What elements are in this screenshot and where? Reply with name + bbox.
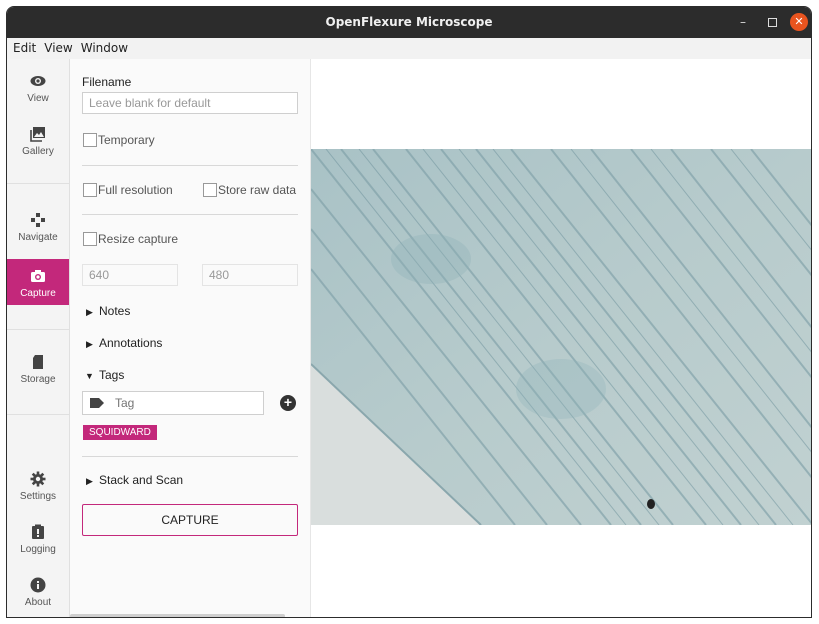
clipboard-alert-icon xyxy=(32,524,44,539)
panel-scrollbar[interactable] xyxy=(70,614,285,617)
sidebar-divider xyxy=(7,329,69,330)
camera-icon xyxy=(31,270,45,282)
window-title: OpenFlexure Microscope xyxy=(325,15,493,29)
capture-panel: Filename Temporary Full resolution Store… xyxy=(70,59,311,617)
sidebar-item-label: About xyxy=(24,597,52,608)
menu-view[interactable]: View xyxy=(40,38,76,59)
sidebar-divider xyxy=(7,414,69,415)
sidebar-item-gallery[interactable]: Gallery xyxy=(7,126,69,157)
sd-card-icon xyxy=(33,355,43,369)
sidebar-item-label: Storage xyxy=(20,374,56,385)
plus-icon: + xyxy=(283,394,293,410)
eye-icon xyxy=(30,76,46,86)
sidebar-divider xyxy=(7,183,69,184)
add-tag-button[interactable]: + xyxy=(280,395,296,411)
stream-view[interactable] xyxy=(311,59,811,617)
sidebar-item-navigate[interactable]: Navigate xyxy=(7,212,69,243)
divider xyxy=(82,456,298,457)
sidebar-item-about[interactable]: About xyxy=(7,577,69,608)
minimize-button[interactable]: – xyxy=(734,13,752,31)
maximize-button[interactable] xyxy=(763,13,781,31)
gear-icon xyxy=(30,471,46,487)
gallery-icon xyxy=(30,127,45,142)
temporary-label: Temporary xyxy=(98,133,155,147)
sidebar-item-label: Capture xyxy=(20,288,56,299)
store-raw-label: Store raw data xyxy=(218,183,297,197)
full-resolution-checkbox[interactable] xyxy=(83,183,97,197)
info-icon xyxy=(30,577,46,593)
resize-height-input[interactable] xyxy=(202,264,298,286)
capture-button[interactable]: CAPTURE xyxy=(82,504,298,536)
caret-right-icon: ▶ xyxy=(86,339,93,349)
sidebar-item-label: Gallery xyxy=(22,146,54,157)
sidebar-item-label: View xyxy=(27,93,49,104)
sidebar-item-capture[interactable]: Capture xyxy=(7,259,69,305)
app-window: OpenFlexure Microscope – ✕ Edit View Windo… xyxy=(6,6,812,618)
menu-edit[interactable]: Edit xyxy=(7,38,40,59)
filename-label: Filename xyxy=(82,75,132,89)
tag-field[interactable] xyxy=(82,391,264,415)
filename-input[interactable] xyxy=(82,92,298,114)
resize-capture-checkbox[interactable] xyxy=(83,232,97,246)
close-button[interactable]: ✕ xyxy=(790,13,808,31)
store-raw-checkbox[interactable] xyxy=(203,183,217,197)
tag-input[interactable] xyxy=(113,395,257,411)
microscope-image xyxy=(311,149,811,525)
sidebar-item-view[interactable]: View xyxy=(7,73,69,104)
tags-label: Tags xyxy=(99,368,125,382)
menu-bar: Edit View Window xyxy=(7,38,811,59)
tag-chip[interactable]: SQUIDWARD xyxy=(83,425,157,440)
gamepad-icon xyxy=(31,213,45,227)
menu-window[interactable]: Window xyxy=(77,38,132,59)
full-resolution-label: Full resolution xyxy=(98,183,173,197)
sidebar-item-label: Logging xyxy=(20,544,56,555)
divider xyxy=(82,214,298,215)
maximize-icon xyxy=(767,18,777,27)
sidebar: View Gallery Navigate Capture Storage Se… xyxy=(7,59,70,617)
caret-down-icon: ▼ xyxy=(85,371,94,381)
caret-right-icon: ▶ xyxy=(86,307,93,317)
divider xyxy=(82,165,298,166)
tag-icon xyxy=(90,398,104,408)
temporary-checkbox[interactable] xyxy=(83,133,97,147)
resize-capture-label: Resize capture xyxy=(98,232,179,246)
resize-width-input[interactable] xyxy=(82,264,178,286)
sidebar-item-settings[interactable]: Settings xyxy=(7,471,69,502)
notes-label: Notes xyxy=(99,304,131,318)
stack-scan-label: Stack and Scan xyxy=(99,473,184,487)
sidebar-item-label: Settings xyxy=(19,491,57,502)
sidebar-item-storage[interactable]: Storage xyxy=(7,354,69,385)
caret-right-icon: ▶ xyxy=(86,476,93,486)
sidebar-item-logging[interactable]: Logging xyxy=(7,524,69,555)
sidebar-item-label: Navigate xyxy=(18,232,58,243)
title-bar: OpenFlexure Microscope – ✕ xyxy=(7,7,811,38)
annotations-label: Annotations xyxy=(99,336,163,350)
